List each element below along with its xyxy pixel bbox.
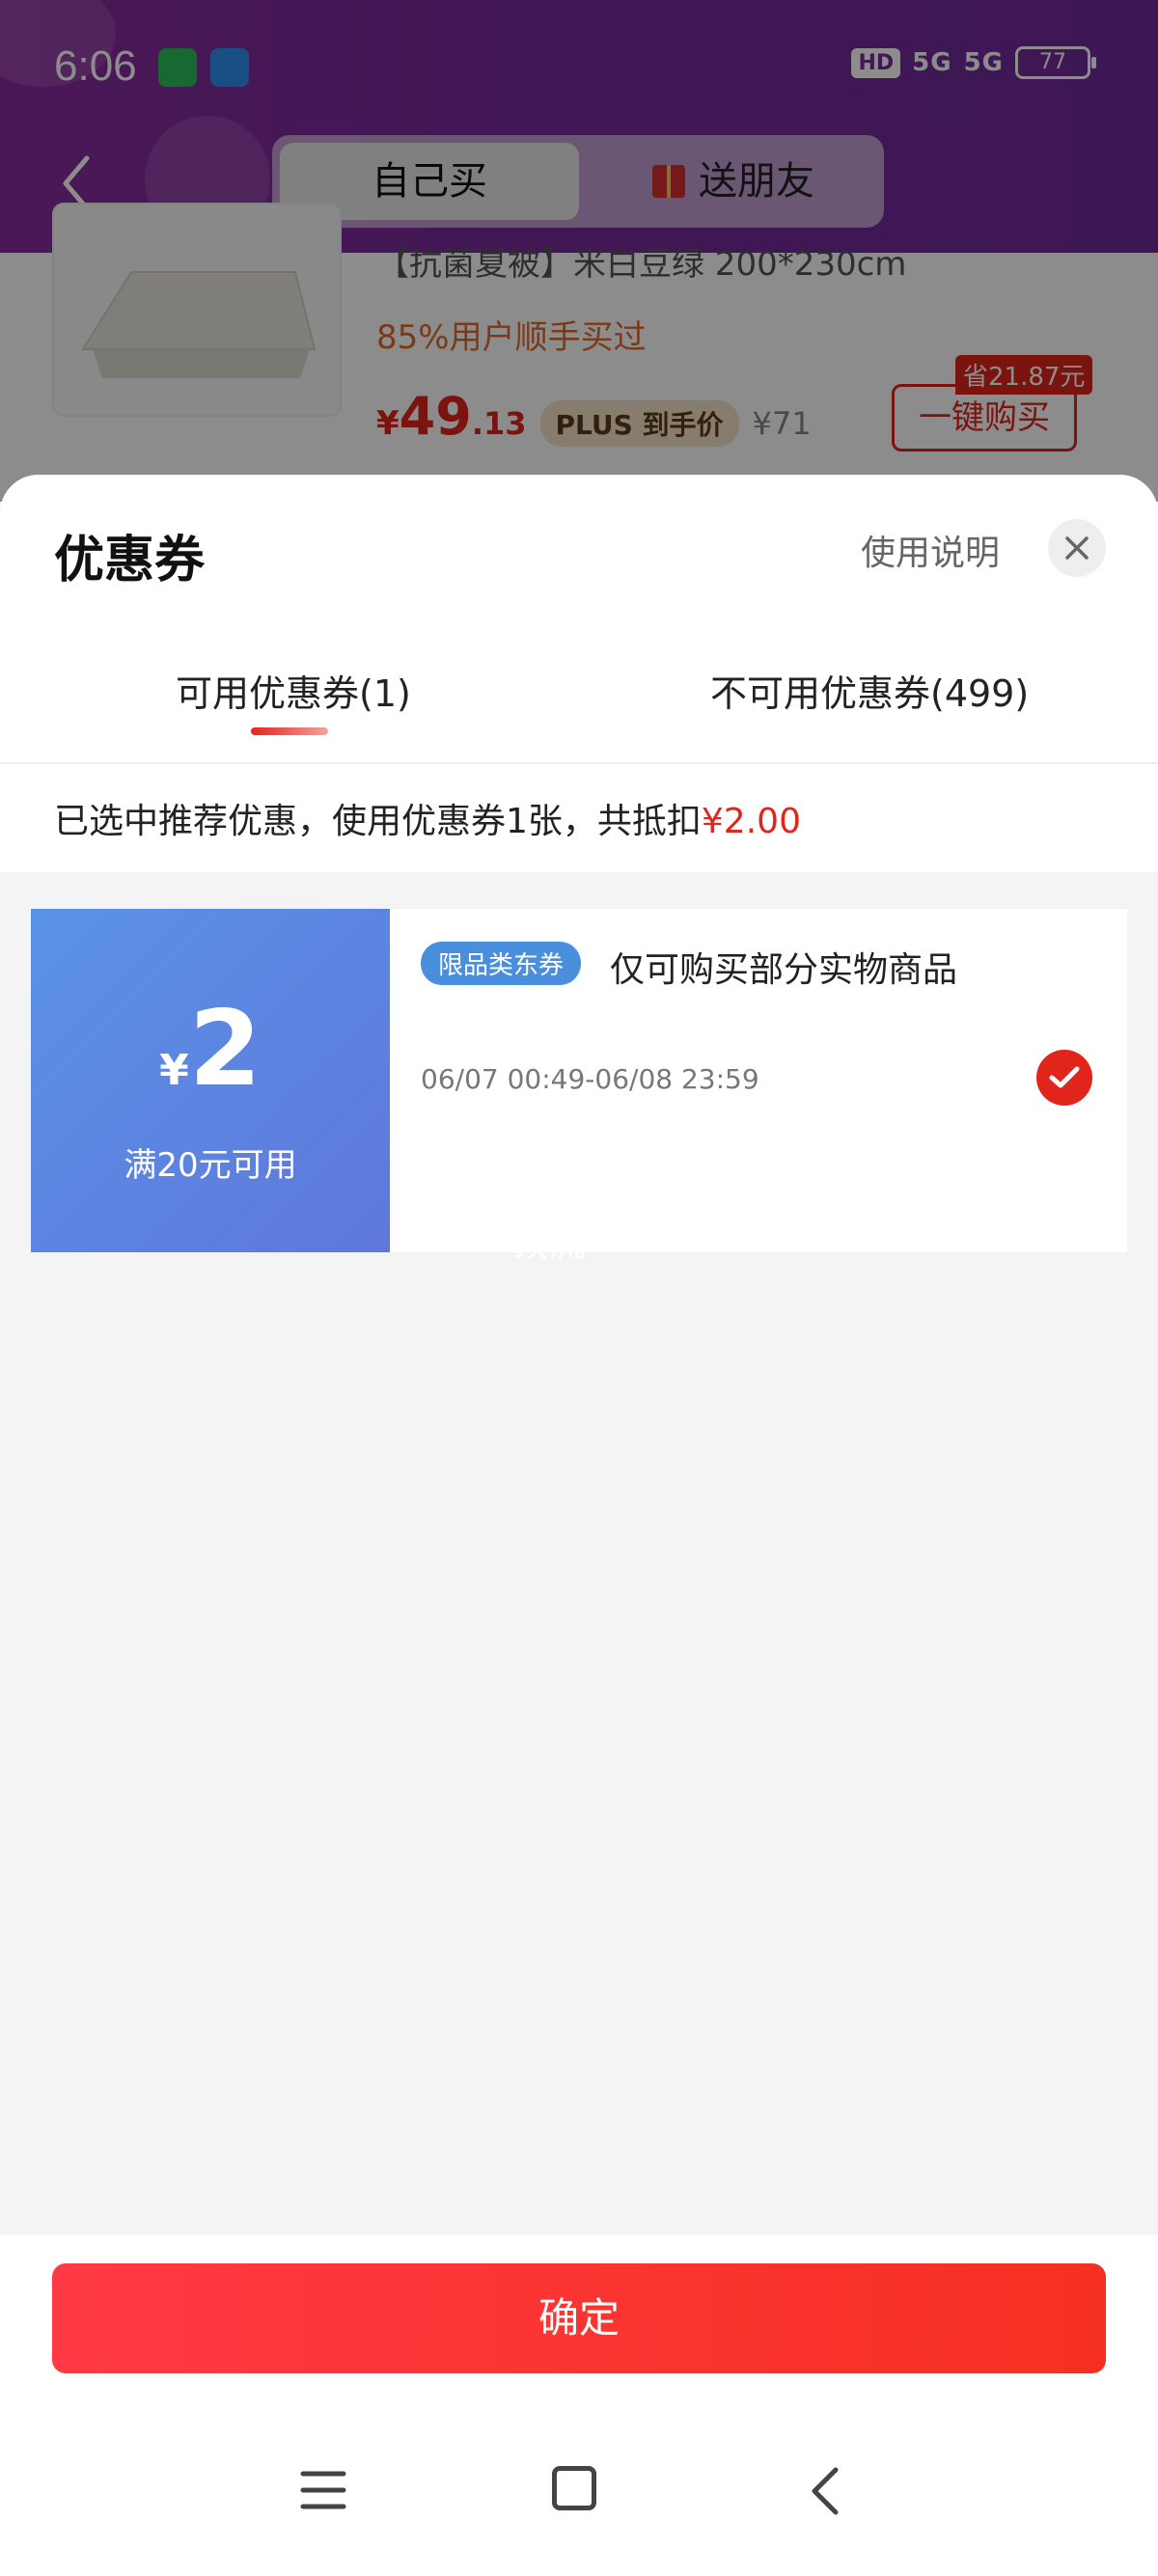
modal-overlay[interactable]: [0, 0, 1158, 502]
background-page: 6:06 HD 5G 5G 77 自己买 送朋友 【抗菌夏被】米白豆绿 200*…: [0, 0, 1158, 502]
coupon-category-tag: 限品类东券: [421, 942, 582, 985]
coupon-currency-symbol: ¥: [159, 1046, 189, 1095]
coupon-value-panel: ¥2 满20元可用: [25, 909, 390, 1252]
summary-text: 已选中推荐优惠，使用优惠券1张，共抵扣¥2.00: [54, 793, 801, 843]
summary-amount: ¥2.00: [701, 802, 801, 841]
menu-icon[interactable]: [299, 2468, 347, 2512]
usage-instructions-link[interactable]: 使用说明: [861, 525, 1000, 575]
summary-prefix: 已选中推荐优惠，使用优惠券1张，共抵扣: [54, 802, 702, 841]
nav-back-icon[interactable]: [807, 2466, 845, 2516]
coupon-validity: 06/07 00:49-06/08 23:59: [421, 1063, 759, 1095]
confirm-button[interactable]: 确定: [52, 2263, 1106, 2373]
coupon-condition: 满20元可用: [124, 1146, 297, 1185]
coupon-sheet: 优惠券 使用说明 可用优惠券(1) 不可用优惠券(499) 已选中推荐优惠，使用…: [0, 475, 1158, 2576]
home-icon[interactable]: [552, 2466, 596, 2510]
coupon-amount: ¥2: [31, 998, 390, 1102]
check-icon: [1049, 1066, 1080, 1088]
active-tab-indicator: [251, 727, 328, 735]
tab-available-coupons[interactable]: 可用优惠券(1): [176, 664, 411, 717]
coupon-card[interactable]: ¥2 满20元可用 限品类东券 仅可购买部分实物商品 06/07 00:49-0…: [25, 909, 1127, 1252]
coupon-selected-checkbox[interactable]: [1036, 1050, 1092, 1106]
coupon-description: 仅可购买部分实物商品: [610, 950, 958, 990]
close-button[interactable]: [1048, 519, 1106, 577]
coupon-value: 2: [188, 989, 262, 1110]
sheet-header: 优惠券 使用说明 可用优惠券(1) 不可用优惠券(499): [0, 475, 1158, 764]
watermark-text: 顶流: [511, 1222, 586, 1265]
discount-summary: 已选中推荐优惠，使用优惠券1张，共抵扣¥2.00: [0, 764, 1158, 872]
tab-unavailable-coupons[interactable]: 不可用优惠券(499): [710, 664, 1029, 717]
system-nav-bar: [0, 2431, 1158, 2576]
close-icon: [1065, 536, 1089, 560]
sheet-title: 优惠券: [54, 532, 206, 589]
